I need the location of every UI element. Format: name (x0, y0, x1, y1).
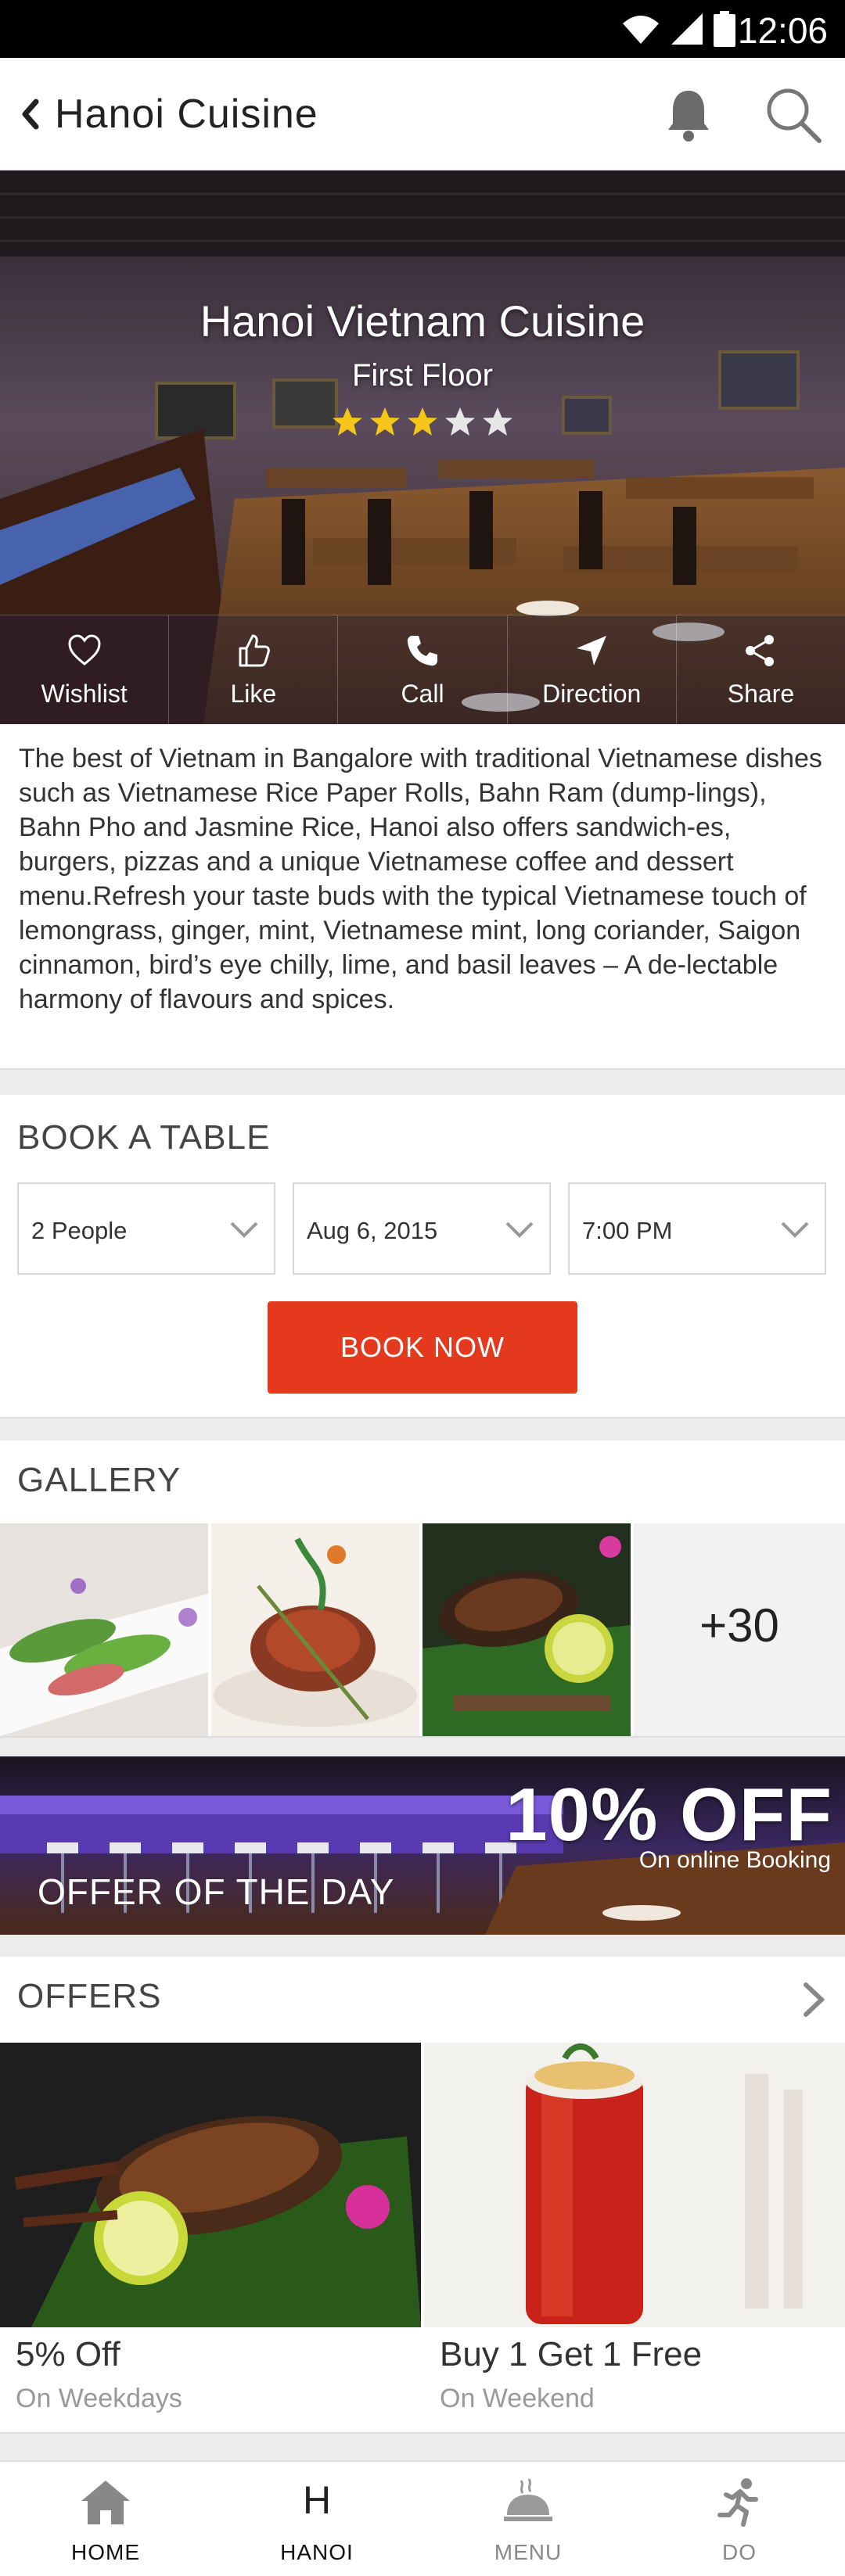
running-person-icon (717, 2478, 758, 2527)
offer-subtitle: On Weekdays (16, 2384, 182, 2413)
status-icons (621, 11, 735, 47)
gallery-more-count: +30 (699, 1599, 779, 1652)
gallery-row: +30 (0, 1523, 845, 1736)
back-chevron-icon[interactable] (14, 91, 45, 138)
wishlist-button[interactable]: Wishlist (0, 615, 170, 724)
offers-title: OFFERS (17, 1977, 162, 2015)
direction-label: Direction (542, 680, 642, 708)
chevron-down-icon (781, 1222, 809, 1238)
search-icon[interactable] (763, 84, 822, 144)
bottom-navigation: HOME H HANOI MENU DO (0, 2460, 845, 2576)
time-select[interactable]: 7:00 PM (568, 1182, 826, 1275)
offer-subtitle: On Weekend (440, 2384, 595, 2413)
gallery-photo-grilled-dish[interactable] (211, 1523, 419, 1736)
date-value: Aug 6, 2015 (307, 1217, 438, 1244)
nav-do[interactable]: DO (634, 2462, 845, 2576)
call-button[interactable]: Call (338, 615, 508, 724)
nav-hanoi-label: HANOI (280, 2540, 354, 2564)
time-value: 7:00 PM (582, 1217, 673, 1244)
gallery-photo-rice-rolls[interactable] (0, 1523, 208, 1736)
heart-icon (68, 634, 101, 666)
share-icon (746, 635, 775, 666)
offer-of-the-day-label: OFFER OF THE DAY (38, 1871, 395, 1912)
gallery-title: GALLERY (17, 1461, 182, 1499)
battery-icon (714, 11, 735, 47)
status-time: 12:06 (737, 10, 828, 51)
star-filled-icon (408, 407, 437, 436)
restaurant-location: First Floor (352, 358, 493, 393)
restaurant-name: Hanoi Vietnam Cuisine (200, 296, 645, 346)
thumbs-up-icon (239, 634, 270, 667)
offers-section: OFFERS 5% Off On Weekdays Buy 1 Get 1 Fr… (0, 1957, 845, 2434)
chevron-right-icon[interactable] (800, 1979, 828, 2021)
offer-card-weekdays[interactable]: 5% Off On Weekdays (0, 2043, 421, 2434)
like-label: Like (230, 680, 277, 708)
nav-hanoi[interactable]: H HANOI (211, 2462, 422, 2576)
restaurant-description: The best of Vietnam in Bangalore with tr… (19, 744, 822, 1014)
action-bar: Wishlist Like Call Direction Share (0, 615, 845, 724)
book-table-title: BOOK A TABLE (17, 1118, 271, 1157)
description-card: The best of Vietnam in Bangalore with tr… (0, 724, 845, 1070)
app-bar: Hanoi Cuisine (0, 58, 845, 170)
gallery-more-tile[interactable]: +30 (634, 1523, 845, 1736)
bell-icon[interactable] (663, 86, 714, 142)
star-empty-icon (483, 407, 512, 436)
gallery-photo-fish-lime[interactable] (422, 1523, 631, 1736)
book-now-button[interactable]: BOOK NOW (268, 1301, 577, 1394)
date-select[interactable]: Aug 6, 2015 (293, 1182, 551, 1275)
people-value: 2 People (31, 1217, 128, 1244)
signal-icon (671, 13, 703, 45)
offer-title: 5% Off (16, 2335, 120, 2373)
offer-title: Buy 1 Get 1 Free (440, 2335, 703, 2373)
star-filled-icon (370, 407, 400, 436)
offer-of-the-day-banner[interactable]: 10% OFF On online Booking OFFER OF THE D… (0, 1756, 845, 1935)
share-label: Share (727, 680, 795, 708)
home-icon (81, 2481, 130, 2524)
like-button[interactable]: Like (169, 615, 339, 724)
cloche-icon (504, 2478, 552, 2521)
page-title: Hanoi Cuisine (55, 91, 318, 137)
rating-stars (0, 405, 845, 439)
wifi-icon (623, 16, 659, 44)
status-bar: 12:06 (0, 0, 845, 58)
nav-menu[interactable]: MENU (422, 2462, 634, 2576)
share-button[interactable]: Share (677, 615, 845, 724)
phone-icon (407, 636, 437, 666)
direction-button[interactable]: Direction (508, 615, 677, 724)
hanoi-letter-icon: H (302, 2478, 332, 2522)
offer-discount: 10% OFF (505, 1773, 832, 1857)
offer-image-bamboo-rice (424, 2043, 845, 2327)
nav-home[interactable]: HOME (0, 2462, 211, 2576)
gallery-section: GALLERY +30 (0, 1440, 845, 1738)
wishlist-label: Wishlist (41, 680, 128, 708)
offer-image-fish (0, 2043, 421, 2327)
restaurant-page: 12:06 Hanoi Cuisine Hanoi Vietnam Cuisin… (0, 0, 845, 2576)
offer-note: On online Booking (638, 1847, 831, 1873)
offer-card-weekend[interactable]: Buy 1 Get 1 Free On Weekend (424, 2043, 845, 2434)
chevron-down-icon (505, 1222, 534, 1238)
star-filled-icon (333, 407, 362, 436)
nav-do-label: DO (722, 2540, 757, 2564)
nav-home-label: HOME (71, 2540, 140, 2564)
star-empty-icon (445, 407, 475, 436)
navigation-arrow-icon (577, 636, 607, 666)
chevron-down-icon (230, 1222, 258, 1238)
book-table-section: BOOK A TABLE 2 People Aug 6, 2015 7:00 P… (0, 1095, 845, 1419)
people-select[interactable]: 2 People (17, 1182, 275, 1275)
call-label: Call (401, 680, 444, 708)
nav-menu-label: MENU (494, 2540, 563, 2564)
restaurant-hero: Hanoi Vietnam Cuisine First Floor Wishli… (0, 170, 845, 724)
